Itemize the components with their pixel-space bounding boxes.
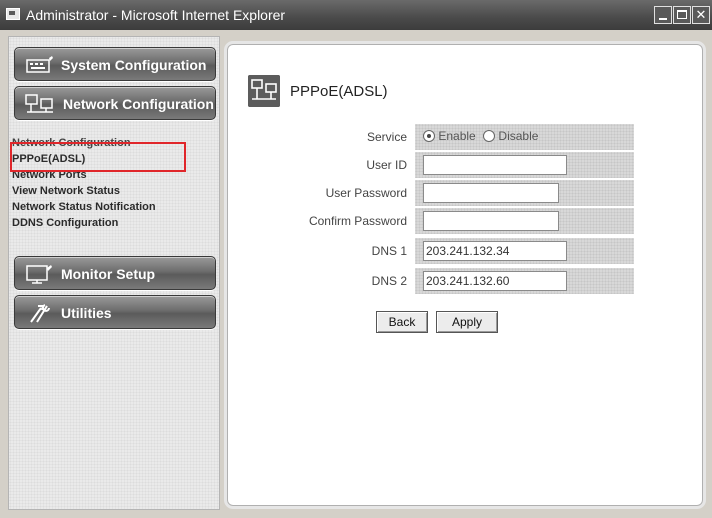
window-title: Administrator - Microsoft Internet Explo… xyxy=(26,7,286,23)
close-icon: ✕ xyxy=(695,7,707,22)
dns1-cell xyxy=(415,238,634,264)
ie-window-icon xyxy=(6,8,20,20)
confirm-password-cell xyxy=(415,208,634,234)
menu-label: Network Configuration xyxy=(63,96,214,112)
disable-radio[interactable] xyxy=(483,130,496,142)
window-titlebar: Administrator - Microsoft Internet Explo… xyxy=(0,0,712,30)
submenu-view-network-status[interactable]: View Network Status xyxy=(12,183,156,199)
user-password-input[interactable] xyxy=(423,183,559,203)
disable-radio-label: Disable xyxy=(498,129,539,143)
dns1-row: DNS 1 xyxy=(228,238,704,264)
dns1-label: DNS 1 xyxy=(371,244,407,258)
submenu-network-status-notification[interactable]: Network Status Notification xyxy=(12,199,156,215)
maximize-icon xyxy=(677,10,687,19)
user-password-label: User Password xyxy=(325,186,407,200)
user-id-row: User ID xyxy=(228,152,704,178)
confirm-password-row: Confirm Password xyxy=(228,208,704,234)
user-id-cell xyxy=(415,152,634,178)
service-radio-group: Enable Disable xyxy=(423,129,538,143)
dns2-input[interactable] xyxy=(423,271,567,291)
confirm-password-input[interactable] xyxy=(423,211,559,231)
dns2-label: DNS 2 xyxy=(371,274,407,288)
enable-radio[interactable] xyxy=(423,130,435,142)
network-icon xyxy=(248,75,280,107)
back-button[interactable]: Back xyxy=(376,311,428,333)
close-button[interactable]: ✕ xyxy=(692,6,710,24)
confirm-password-label: Confirm Password xyxy=(308,214,407,228)
submenu-ddns-configuration[interactable]: DDNS Configuration xyxy=(12,215,156,231)
minimize-icon xyxy=(659,18,667,20)
maximize-button[interactable] xyxy=(673,6,691,24)
highlight-box xyxy=(10,142,186,172)
tools-icon xyxy=(30,304,50,323)
monitor-icon xyxy=(26,265,52,284)
service-row: Service Enable Disable xyxy=(228,124,704,150)
user-password-cell xyxy=(415,180,634,206)
service-cell: Enable Disable xyxy=(415,124,634,150)
enable-radio-label: Enable xyxy=(438,129,476,143)
main-content-panel: PPPoE(ADSL) Service Enable Disable User … xyxy=(224,41,706,509)
minimize-button[interactable] xyxy=(654,6,672,24)
menu-label: Monitor Setup xyxy=(61,266,156,282)
menu-network-configuration[interactable]: Network Configuration xyxy=(14,86,216,120)
network-icon xyxy=(25,94,53,113)
user-id-label: User ID xyxy=(366,158,407,172)
keyboard-icon xyxy=(26,56,53,73)
menu-utilities[interactable]: Utilities xyxy=(14,295,216,329)
user-id-input[interactable] xyxy=(423,155,567,175)
menu-label: System Configuration xyxy=(61,57,207,73)
menu-label: Utilities xyxy=(61,305,112,321)
user-password-row: User Password xyxy=(228,180,704,206)
dns2-cell xyxy=(415,268,634,294)
dns2-row: DNS 2 xyxy=(228,268,704,294)
service-label: Service xyxy=(366,130,407,144)
apply-button[interactable]: Apply xyxy=(436,311,498,333)
page-title: PPPoE(ADSL) xyxy=(290,83,388,100)
menu-system-configuration[interactable]: System Configuration xyxy=(14,47,216,81)
dns1-input[interactable] xyxy=(423,241,567,261)
menu-monitor-setup[interactable]: Monitor Setup xyxy=(14,256,216,290)
